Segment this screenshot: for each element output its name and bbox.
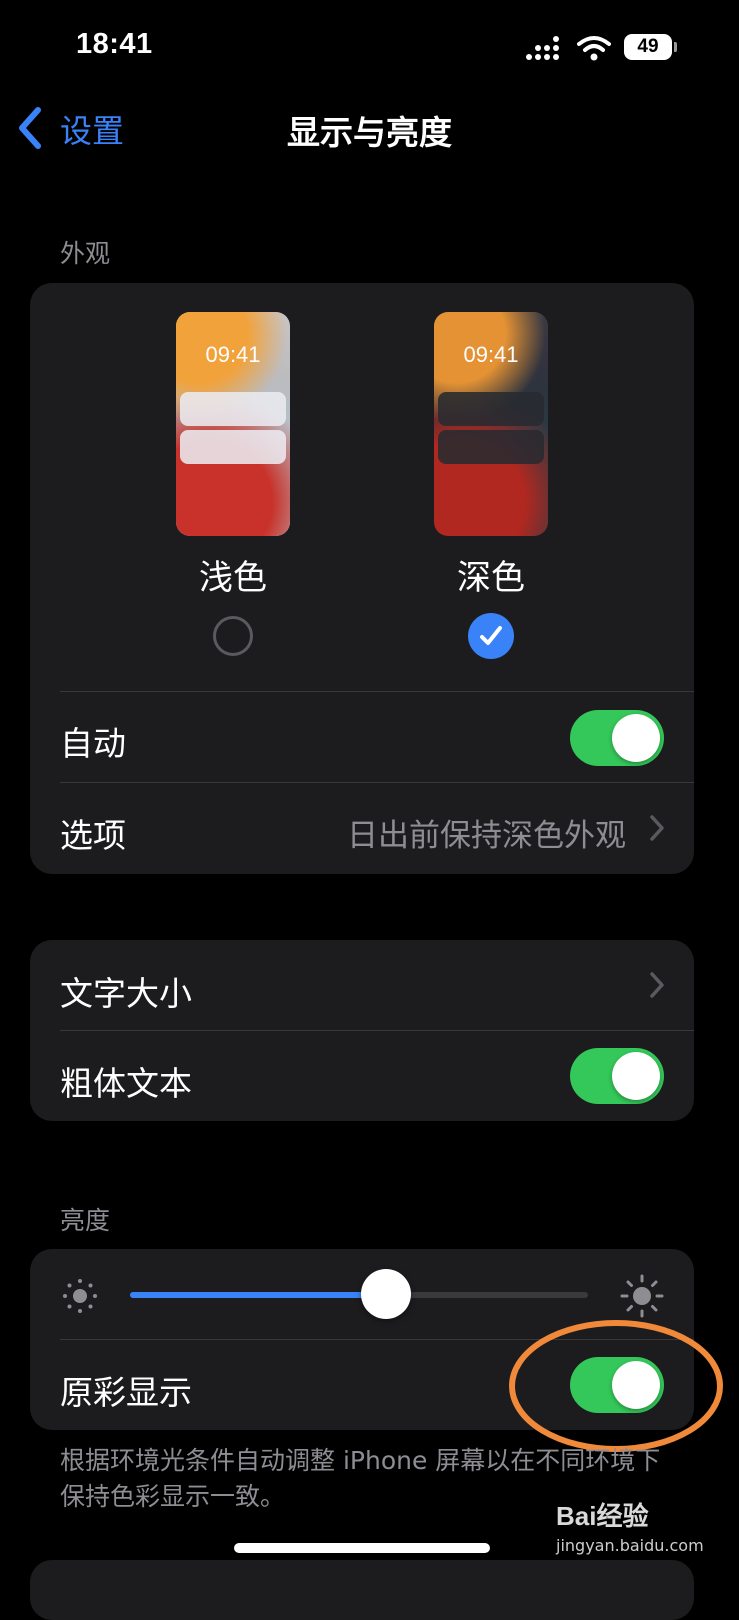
brightness-section-label: 亮度 [60, 1206, 111, 1235]
light-label[interactable]: 浅色 [153, 550, 313, 599]
light-thumbnail-clock: 09:41 [205, 342, 261, 367]
home-indicator[interactable] [234, 1543, 490, 1553]
next-card [30, 1560, 694, 1620]
battery-tip [674, 42, 677, 52]
light-appearance-thumbnail[interactable]: 09:41 [176, 312, 290, 536]
true-tone-label: 原彩显示 [60, 1373, 192, 1412]
bold-text-toggle[interactable] [570, 1048, 664, 1104]
sun-small-icon [63, 1279, 97, 1313]
appearance-section-label: 外观 [60, 239, 111, 268]
divider [60, 782, 694, 783]
divider [60, 691, 694, 692]
auto-toggle[interactable] [570, 710, 664, 766]
auto-label: 自动 [60, 724, 126, 763]
dark-label[interactable]: 深色 [411, 550, 571, 599]
light-thumbnail-widget [180, 430, 286, 464]
baidu-watermark-url: jingyan.baidu.com [556, 1536, 704, 1555]
text-size-label[interactable]: 文字大小 [60, 967, 192, 1015]
options-value[interactable]: 日出前保持深色外观 [347, 810, 626, 855]
appearance-card: 09:41 09:41 浅色 深色 自动 选项 日出前保持深色外观 [30, 283, 694, 874]
sun-large-icon [620, 1274, 664, 1318]
brightness-slider-fill [130, 1292, 387, 1298]
signal-icon [526, 36, 559, 60]
bold-text-label: 粗体文本 [60, 1064, 192, 1103]
chevron-right-icon [650, 972, 664, 998]
dark-radio-button[interactable] [468, 613, 514, 659]
dark-thumbnail-clock: 09:41 [463, 342, 519, 367]
checkmark-icon [480, 626, 502, 645]
dark-thumbnail-widget [438, 430, 544, 464]
page-title: 显示与亮度 [287, 113, 452, 152]
dark-thumbnail-widget [438, 392, 544, 426]
wifi-icon [577, 36, 611, 61]
options-label[interactable]: 选项 [60, 809, 126, 857]
light-thumbnail-widget [180, 392, 286, 426]
baidu-watermark: Bai经验 [556, 1501, 649, 1531]
highlight-circle [509, 1320, 723, 1452]
battery-icon: 49 [624, 34, 672, 60]
status-time: 18:41 [76, 28, 153, 60]
chevron-right-icon [650, 815, 664, 841]
light-radio-button[interactable] [213, 616, 253, 656]
dark-appearance-thumbnail[interactable]: 09:41 [434, 312, 548, 536]
text-settings-card: 文字大小 粗体文本 [30, 940, 694, 1121]
divider [60, 1030, 694, 1031]
